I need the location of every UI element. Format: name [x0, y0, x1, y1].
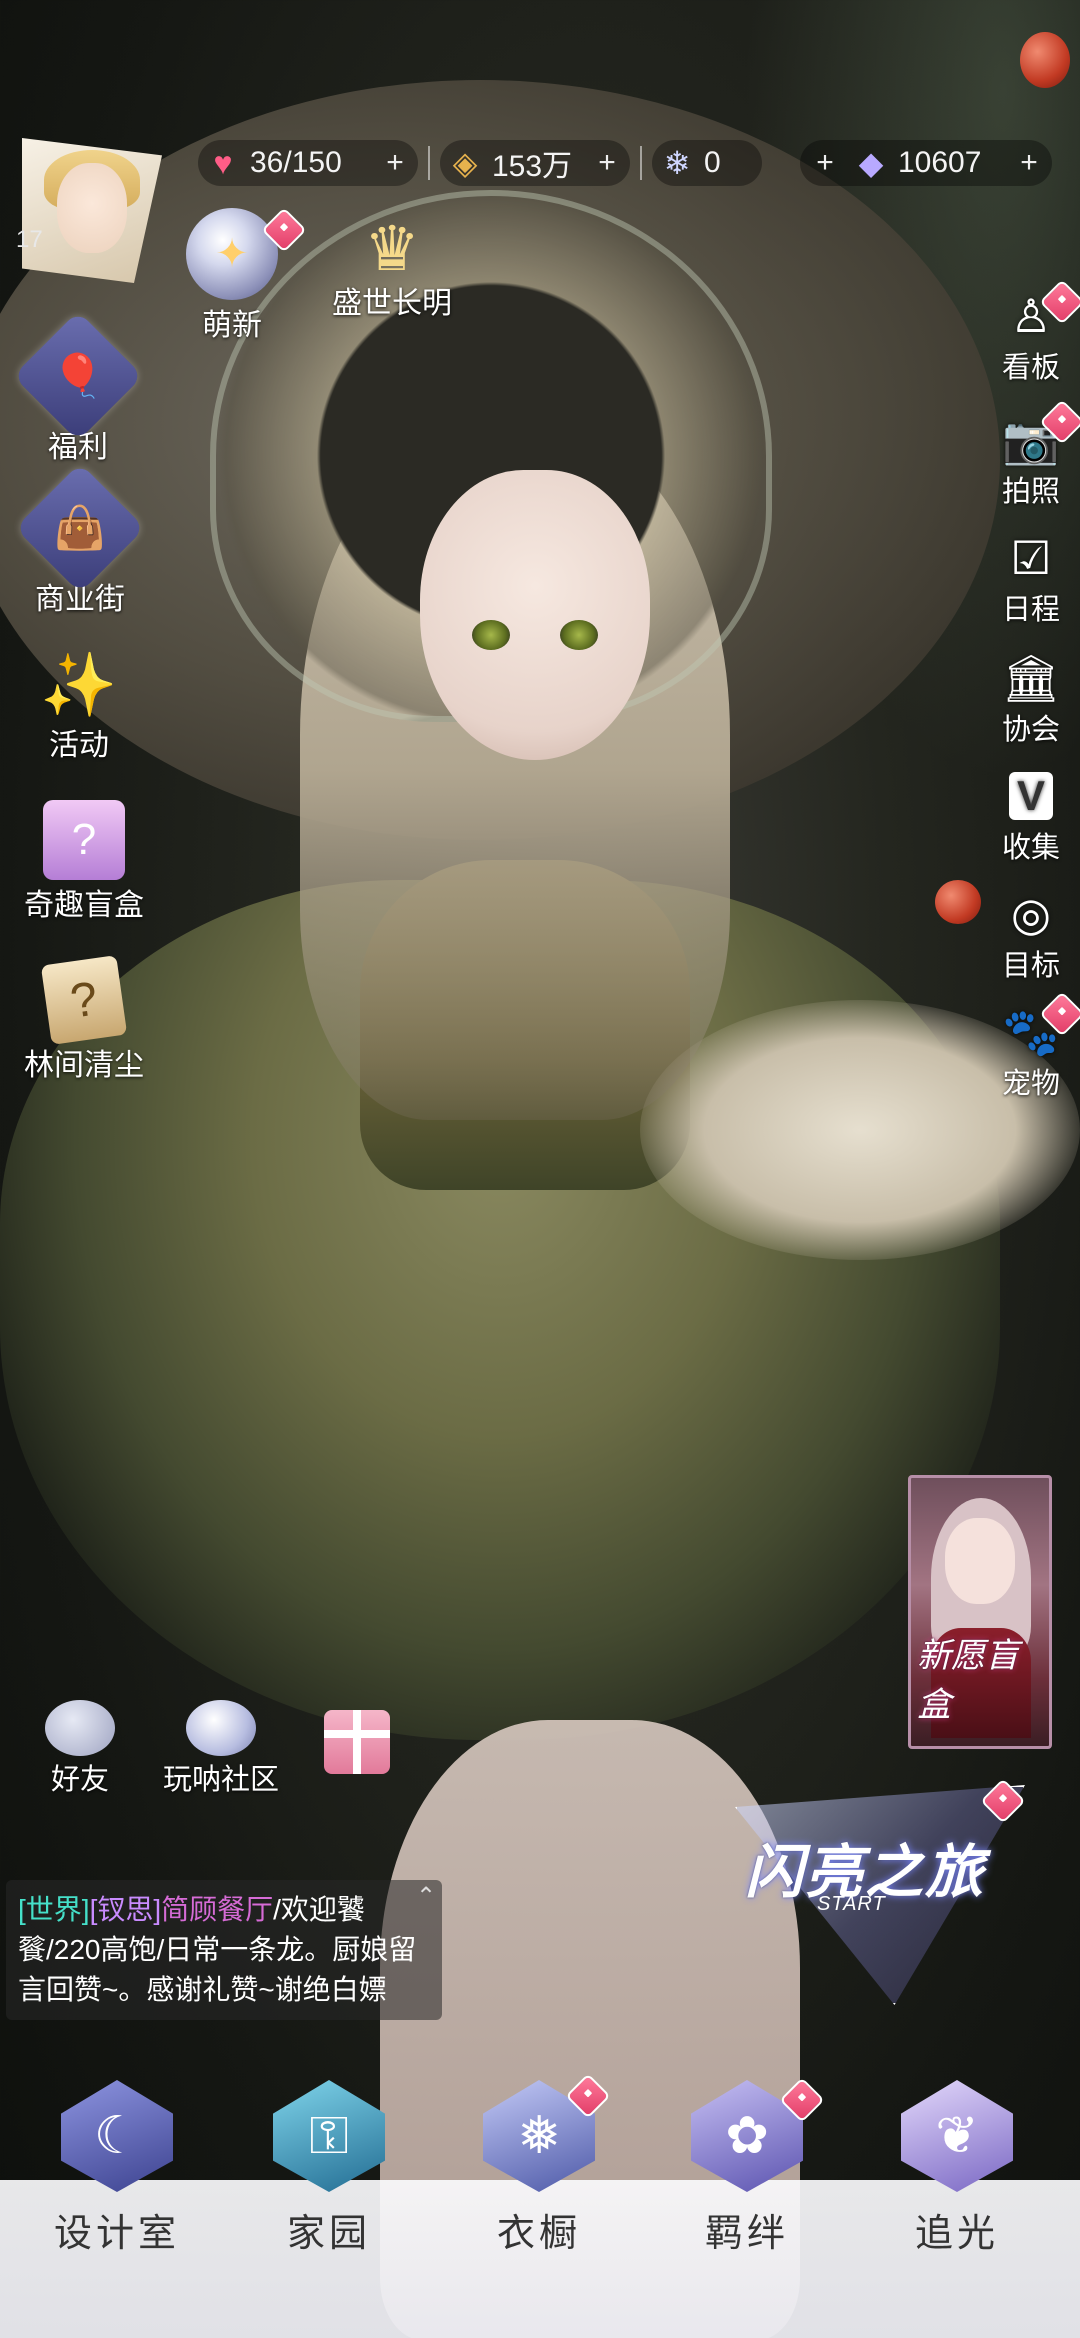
stamina-value: 36/150: [250, 146, 342, 179]
nav-shejishi[interactable]: ☾ 设计室: [22, 2080, 212, 2257]
resource-gold[interactable]: ◈ 153万 +: [440, 140, 630, 186]
menu-shengshi[interactable]: ♛ 盛世长明: [322, 214, 462, 322]
menu-label: 拍照: [1001, 476, 1060, 508]
v-badge-icon: V: [1002, 768, 1060, 824]
menu-label: 目标: [1001, 950, 1060, 982]
stars-icon: ✨: [40, 650, 118, 720]
key-gem-icon: ⚿: [273, 2080, 385, 2192]
menu-huodong[interactable]: ✨ 活动: [24, 650, 134, 764]
chat-nickname[interactable]: 简顾餐厅: [161, 1894, 273, 1925]
resource-snowflake[interactable]: ❄ 0: [652, 140, 762, 186]
gift-box-icon[interactable]: [324, 1710, 390, 1774]
menu-kanban[interactable]: ♙ 看板: [996, 279, 1080, 386]
community-planet-icon: [186, 1700, 256, 1756]
butterfly-gem-icon: ❦: [901, 2080, 1013, 2192]
menu-fuli[interactable]: 🎈 福利: [12, 310, 144, 466]
calendar-check-icon: ☑: [1010, 532, 1052, 584]
menu-label: 活动: [49, 729, 109, 762]
diamond-icon: ◆: [858, 145, 884, 181]
menu-label: 林间清尘: [24, 1049, 144, 1082]
menu-label: 奇趣盲盒: [24, 889, 144, 922]
chevron-up-icon[interactable]: ⌃: [416, 1882, 436, 1911]
diamond-value: 10607: [898, 146, 982, 179]
target-badge-icon: ◎: [1010, 888, 1052, 940]
friends-bubble-icon: [45, 1700, 115, 1756]
menu-qiqumanghe[interactable]: ? 奇趣盲盒: [14, 800, 154, 924]
blind-box-label: 新愿盲盒: [917, 1637, 1019, 1724]
nav-jiban[interactable]: ✿ 羁绊: [652, 2077, 842, 2257]
crown-icon: ♛: [364, 214, 420, 284]
player-level: 17: [16, 226, 43, 253]
menu-label: 协会: [1001, 714, 1060, 746]
character-eye: [560, 620, 598, 650]
menu-mubiao[interactable]: ◎ 目标: [996, 886, 1066, 984]
menu-xiehui[interactable]: 🏛 协会: [996, 650, 1066, 748]
friends-button[interactable]: 好友: [30, 1700, 130, 1798]
heart-icon: ♥: [213, 144, 233, 181]
resource-bar: ♥ 36/150 + ◈ 153万 + ❄ 0 + ◆ 10607 +: [0, 140, 1080, 192]
menu-linjianqingchen[interactable]: ? 林间清尘: [14, 955, 154, 1084]
card-character-face: [945, 1518, 1015, 1604]
chat-channel: [世界]: [18, 1894, 90, 1925]
banner-subtitle: START: [817, 1893, 886, 1915]
menu-chongwu[interactable]: 🐾 宠物: [996, 991, 1080, 1102]
bottom-nav: ☾ 设计室 ⚿ 家园 ❅ 衣橱 ✿ 羁绊 ❦ 追光: [0, 2077, 1080, 2338]
add-gold-button[interactable]: +: [592, 146, 622, 179]
menu-label: 萌新: [202, 309, 262, 342]
gold-value: 153万: [492, 150, 573, 183]
world-chat[interactable]: [世界][钗思]简顾餐厅/欢迎饕餮/220高饱/日常一条龙。厨娘留言回赞~。感谢…: [6, 1880, 442, 2020]
character-face: [420, 470, 650, 760]
divider: [428, 146, 430, 180]
crystal-ball-icon: ✦: [186, 208, 278, 300]
friends-label: 好友: [50, 1764, 109, 1796]
question-card-icon: ?: [40, 955, 128, 1045]
nav-zhuiguang[interactable]: ❦ 追光: [862, 2080, 1052, 2257]
chat-tag: [钗思]: [89, 1894, 162, 1925]
nav-jiayuan[interactable]: ⚿ 家园: [234, 2080, 424, 2257]
journey-banner[interactable]: 闪亮之旅 START: [735, 1778, 1026, 2005]
menu-label: 收集: [1001, 832, 1060, 864]
menu-label: 盛世长明: [332, 287, 452, 320]
nav-label: 追光: [914, 2213, 999, 2255]
menu-label: 宠物: [1001, 1068, 1060, 1100]
menu-mengxin[interactable]: ✦ 萌新: [172, 207, 307, 344]
character-eye: [472, 620, 510, 650]
menu-shouji[interactable]: V 收集: [996, 768, 1066, 866]
building-icon: 🏛: [1001, 651, 1061, 704]
menu-shangyejie[interactable]: 👜 商业街: [14, 462, 146, 618]
nav-label: 羁绊: [704, 2213, 789, 2255]
mystery-box-icon: ?: [43, 800, 125, 880]
snowflake-value: 0: [704, 146, 721, 179]
nav-yichu[interactable]: ❅ 衣橱: [444, 2080, 634, 2257]
resource-diamond[interactable]: + ◆ 10607 +: [800, 140, 1052, 186]
resource-stamina[interactable]: ♥ 36/150 +: [198, 140, 418, 186]
moon-gem-icon: ☾: [61, 2080, 173, 2192]
community-button[interactable]: 玩呐社区: [156, 1700, 286, 1798]
blind-box-card[interactable]: 新愿盲盒: [908, 1475, 1052, 1749]
add-stamina-button[interactable]: +: [380, 146, 410, 179]
snowflake-gem-icon: ❄: [663, 145, 691, 181]
add-diamond-button[interactable]: +: [1014, 146, 1044, 179]
menu-label: 日程: [1001, 594, 1060, 626]
menu-paizhao[interactable]: 📷 拍照: [996, 399, 1080, 510]
community-label: 玩呐社区: [162, 1764, 279, 1796]
coin-icon: ◈: [452, 145, 478, 181]
nav-label: 设计室: [53, 2213, 180, 2255]
nav-label: 衣橱: [496, 2213, 581, 2255]
nav-label: 家园: [286, 2213, 371, 2255]
menu-richeng[interactable]: ☑ 日程: [996, 530, 1066, 628]
menu-label: 看板: [1001, 352, 1060, 384]
add-snowflake-button[interactable]: +: [810, 146, 840, 179]
divider: [640, 146, 642, 180]
